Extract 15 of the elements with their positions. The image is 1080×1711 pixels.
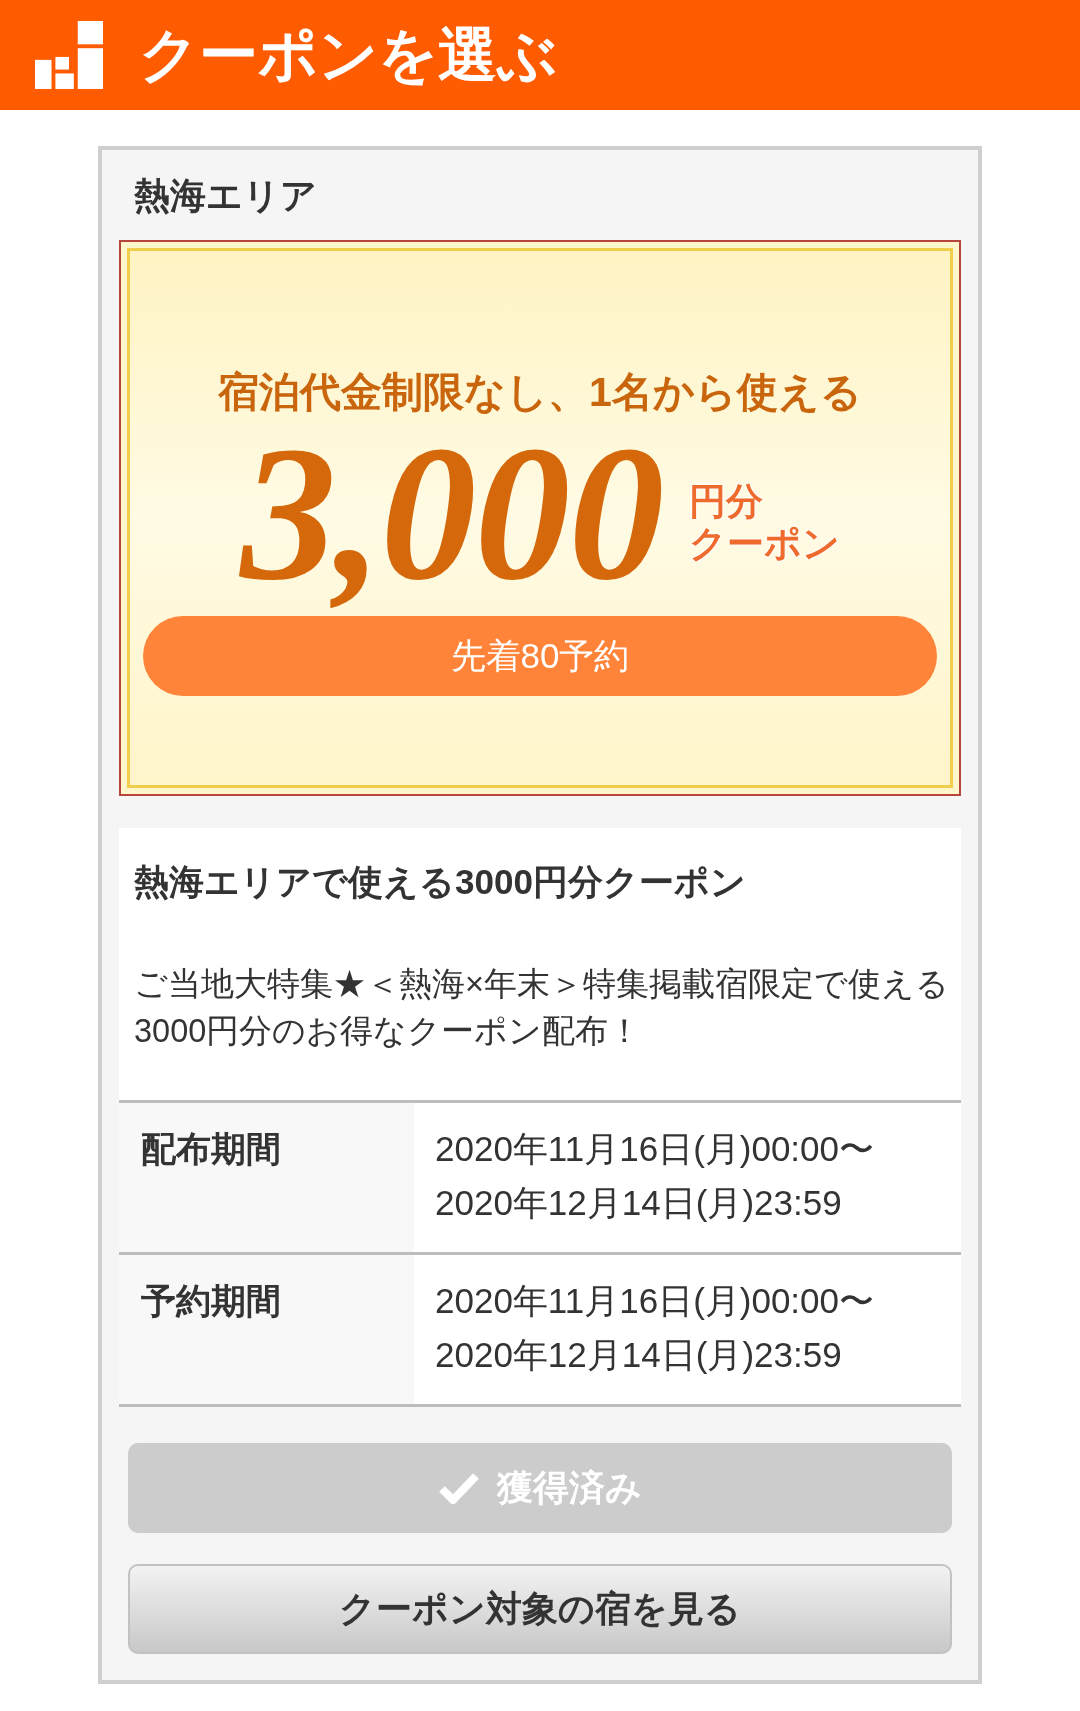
- limit-banner: 先着80予約: [143, 616, 937, 696]
- detail-title: 熱海エリアで使える3000円分クーポン: [133, 861, 747, 903]
- period-label-cell: 予約期間: [119, 1255, 414, 1404]
- check-icon: [438, 1472, 479, 1504]
- detail-description: ご当地大特集★＜熱海×年末＞特集掲載宿限定で使える3000円分のお得なクーポン配布！: [133, 965, 950, 1051]
- coupon-amount: 3,000: [240, 422, 663, 606]
- coupon-unit: 円分 クーポン: [688, 481, 840, 565]
- page-title: クーポンを選ぶ: [139, 22, 557, 88]
- period-value-cell-text: 2020年11月16日(月)00:00〜 2020年12月14日(月)23:59: [434, 1280, 876, 1376]
- view-hotels-button[interactable]: クーポン対象の宿を見る: [128, 1564, 952, 1654]
- period-value-cell-text: 2020年11月16日(月)00:00〜 2020年12月14日(月)23:59: [434, 1128, 876, 1224]
- coupon-condition: 宿泊代金制限なし、1名から使える: [218, 368, 862, 416]
- stair-blocks-icon: [35, 21, 103, 89]
- area-title: 熱海エリア: [133, 174, 318, 218]
- period-label-cell: 配布期間: [119, 1103, 414, 1252]
